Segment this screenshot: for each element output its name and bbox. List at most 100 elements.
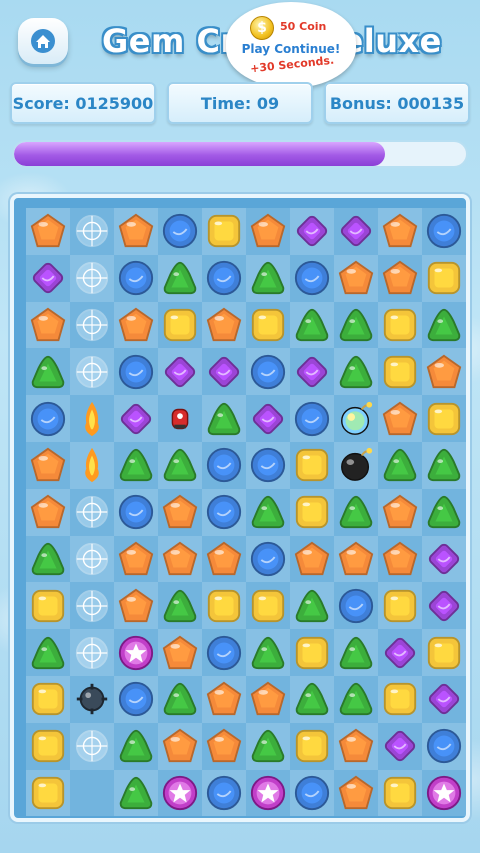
board-cell[interactable] [202,301,246,349]
green-gem-icon[interactable] [425,493,463,531]
purple-gem-icon[interactable] [381,634,419,672]
board-cell[interactable] [378,582,422,630]
board-cell[interactable] [422,301,466,349]
orange-gem-icon[interactable] [161,540,199,578]
yellow-gem-icon[interactable] [205,212,243,250]
board-cell[interactable] [26,675,70,723]
orange-gem-icon[interactable] [425,353,463,391]
green-gem-icon[interactable] [29,540,67,578]
yellow-gem-icon[interactable] [205,587,243,625]
fire-gem-icon[interactable] [73,446,111,484]
green-gem-icon[interactable] [249,634,287,672]
board-cell[interactable] [26,629,70,676]
fire-gem-icon[interactable] [73,400,111,438]
board-cell[interactable] [246,488,290,536]
board-cell[interactable] [158,488,202,536]
board-cell[interactable] [202,254,246,302]
star-purple-gem-icon[interactable] [425,774,463,812]
board-cell[interactable] [378,722,422,770]
blue-gem-icon[interactable] [117,493,155,531]
board-cell[interactable] [334,535,378,583]
board-cell[interactable] [290,582,334,630]
board-cell[interactable] [158,254,202,302]
orange-gem-icon[interactable] [205,540,243,578]
yellow-gem-icon[interactable] [381,680,419,718]
orange-gem-icon[interactable] [117,212,155,250]
board-cell[interactable] [378,254,422,302]
blue-gem-icon[interactable] [425,727,463,765]
blue-gem-icon[interactable] [249,353,287,391]
board-cell[interactable] [26,301,70,349]
rocket-gem-icon[interactable] [161,400,199,438]
orange-gem-icon[interactable] [381,259,419,297]
board-cell[interactable] [114,675,158,723]
board-cell[interactable] [422,722,466,770]
board-cell[interactable] [422,254,466,302]
green-gem-icon[interactable] [337,353,375,391]
yellow-gem-icon[interactable] [29,727,67,765]
purple-gem-icon[interactable] [205,353,243,391]
board-cell[interactable] [290,301,334,349]
ice-gem-icon[interactable] [73,727,111,765]
board-cell[interactable] [378,441,422,489]
board-cell[interactable] [158,675,202,723]
board-cell[interactable] [70,488,114,536]
board-cell[interactable] [114,582,158,630]
orange-gem-icon[interactable] [161,493,199,531]
blue-gem-icon[interactable] [249,540,287,578]
board-cell[interactable] [158,582,202,630]
board-cell[interactable] [378,769,422,817]
ice-gem-icon[interactable] [73,353,111,391]
ice-gem-icon[interactable] [73,587,111,625]
green-gem-icon[interactable] [161,259,199,297]
board-cell[interactable] [158,395,202,442]
board-cell[interactable] [158,348,202,396]
yellow-gem-icon[interactable] [249,306,287,344]
board-cell[interactable] [202,769,246,817]
yellow-gem-icon[interactable] [381,774,419,812]
ice-gem-icon[interactable] [73,493,111,531]
board-cell[interactable] [158,441,202,489]
board-cell[interactable] [114,254,158,302]
yellow-gem-icon[interactable] [381,306,419,344]
green-gem-icon[interactable] [293,680,331,718]
green-gem-icon[interactable] [381,446,419,484]
star-purple-gem-icon[interactable] [249,774,287,812]
board-cell[interactable] [70,675,114,723]
green-gem-icon[interactable] [117,727,155,765]
board-cell[interactable] [114,348,158,396]
board-cell[interactable] [70,535,114,583]
orange-gem-icon[interactable] [381,400,419,438]
blue-gem-icon[interactable] [425,212,463,250]
mine-gem-icon[interactable] [73,680,111,718]
board-cell[interactable] [70,441,114,489]
orange-gem-icon[interactable] [29,446,67,484]
orange-gem-icon[interactable] [117,587,155,625]
blue-gem-icon[interactable] [293,400,331,438]
bomb-gem-icon[interactable] [337,446,375,484]
blue-gem-icon[interactable] [117,680,155,718]
board-cell[interactable] [70,582,114,630]
board-cell[interactable] [202,629,246,676]
board-cell[interactable] [158,722,202,770]
board-cell[interactable] [334,395,378,442]
board-cell[interactable] [378,488,422,536]
orange-gem-icon[interactable] [117,540,155,578]
blue-gem-icon[interactable] [205,634,243,672]
board-cell[interactable] [246,441,290,489]
board-cell[interactable] [114,488,158,536]
board-cell[interactable] [290,535,334,583]
green-gem-icon[interactable] [161,587,199,625]
board-cell[interactable] [202,675,246,723]
board-cell[interactable] [290,675,334,723]
board-cell[interactable] [114,208,158,255]
yellow-gem-icon[interactable] [381,587,419,625]
blue-gem-icon[interactable] [293,774,331,812]
blue-gem-icon[interactable] [117,259,155,297]
purple-gem-icon[interactable] [337,212,375,250]
purple-gem-icon[interactable] [117,400,155,438]
yellow-gem-icon[interactable] [293,493,331,531]
board-cell[interactable] [422,535,466,583]
yellow-gem-icon[interactable] [425,400,463,438]
blue-gem-icon[interactable] [117,353,155,391]
